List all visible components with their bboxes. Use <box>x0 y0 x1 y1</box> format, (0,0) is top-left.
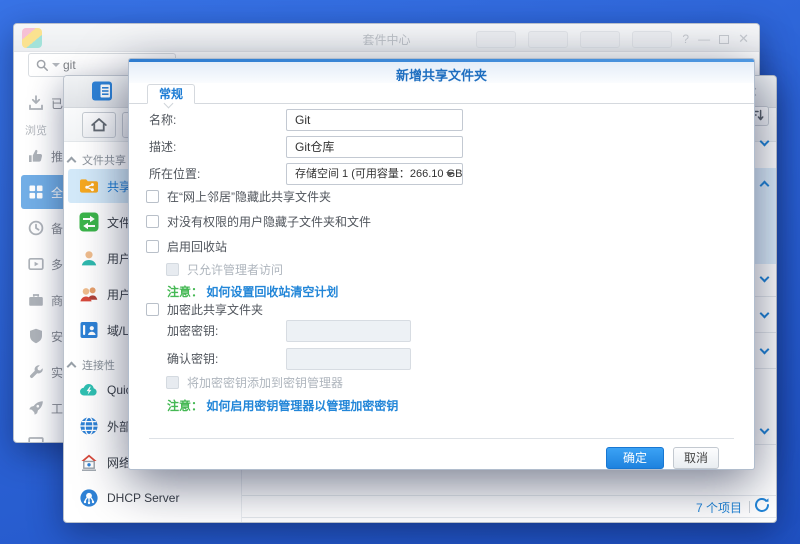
note-prefix: 注意： <box>167 285 203 299</box>
refresh-icon[interactable] <box>754 497 770 513</box>
key-manager-note: 注意： 如何启用密钥管理器以管理加密密钥 <box>167 399 398 414</box>
sidebar-item-partial[interactable] <box>68 517 238 523</box>
home-button[interactable] <box>82 112 116 138</box>
add-shared-folder-dialog: 新增共享文件夹 常规 名称: Git 描述: Git仓库 所在位置: 存储空间 … <box>128 58 755 470</box>
chevron-up-icon <box>67 362 77 372</box>
name-field[interactable]: Git <box>286 109 463 131</box>
ok-button[interactable]: 确定 <box>606 447 664 469</box>
control-panel-app-icon <box>91 80 113 102</box>
section-label: 连接性 <box>82 357 115 373</box>
chevron-down-icon[interactable] <box>760 425 770 435</box>
enable-recycle-checkbox[interactable] <box>146 240 159 253</box>
section-header-file-sharing[interactable]: 文件共享 <box>68 152 126 168</box>
admin-only-label: 只允许管理者访问 <box>187 262 283 278</box>
file-service-icon <box>78 211 100 233</box>
sidebar-item-label: DHCP Server <box>107 491 179 505</box>
user-group-icon <box>78 283 100 305</box>
hide-network-label: 在“网上邻居”隐藏此共享文件夹 <box>167 189 331 205</box>
recycle-schedule-link[interactable]: 如何设置回收站清空计划 <box>206 285 338 299</box>
user-icon <box>78 247 100 269</box>
footer-divider <box>149 438 734 439</box>
hide-network-checkbox[interactable] <box>146 190 159 203</box>
dialog-title: 新增共享文件夹 <box>129 65 754 84</box>
recycle-note: 注意： 如何设置回收站清空计划 <box>167 285 338 300</box>
shared-folder-icon <box>78 175 100 197</box>
confirm-key-label: 确认密钥: <box>167 348 218 370</box>
globe-icon <box>78 415 100 437</box>
location-select[interactable]: 存储空间 1 (可用容量：266.10 GB) <box>286 163 463 185</box>
hide-unauthorized-label: 对没有权限的用户隐藏子文件夹和文件 <box>167 214 371 230</box>
enable-recycle-label: 启用回收站 <box>167 239 227 255</box>
status-separator <box>749 501 750 513</box>
encrypt-checkbox[interactable] <box>146 303 159 316</box>
domain-ldap-icon <box>78 319 100 341</box>
description-field[interactable]: Git仓库 <box>286 136 463 158</box>
status-bar-divider <box>242 495 776 496</box>
status-bar-bottom-divider <box>242 517 776 518</box>
name-label: 名称: <box>149 109 176 131</box>
desktop: 套件中心 ? — ✕ git <box>0 0 800 544</box>
select-caret-icon <box>446 172 454 176</box>
enc-key-field <box>286 320 411 342</box>
location-label: 所在位置: <box>149 163 200 185</box>
encrypt-label: 加密此共享文件夹 <box>167 302 263 318</box>
section-label: 文件共享 <box>82 152 126 168</box>
home-icon <box>89 115 109 135</box>
admin-only-checkbox <box>166 263 179 276</box>
chevron-up-icon <box>67 157 77 167</box>
quickconnect-cloud-icon <box>78 379 100 401</box>
network-home-icon <box>78 451 100 473</box>
add-key-manager-label: 将加密密钥添加到密钥管理器 <box>187 375 343 391</box>
sidebar-item-dhcp-server[interactable]: DHCP Server <box>68 481 238 515</box>
key-manager-link[interactable]: 如何启用密钥管理器以管理加密密钥 <box>206 399 398 413</box>
confirm-key-field <box>286 348 411 370</box>
chevron-down-icon[interactable] <box>760 309 770 319</box>
chevron-down-icon[interactable] <box>760 273 770 283</box>
hide-unauthorized-checkbox[interactable] <box>146 215 159 228</box>
dhcp-icon <box>78 487 100 509</box>
item-count: 7 个项目 <box>696 499 742 516</box>
description-label: 描述: <box>149 136 176 158</box>
cancel-button[interactable]: 取消 <box>673 447 719 469</box>
enc-key-label: 加密密钥: <box>167 320 218 342</box>
section-header-connectivity[interactable]: 连接性 <box>68 357 115 373</box>
chevron-down-icon[interactable] <box>760 345 770 355</box>
tab-bar <box>129 103 754 104</box>
note-prefix: 注意： <box>167 399 203 413</box>
add-key-manager-checkbox <box>166 376 179 389</box>
